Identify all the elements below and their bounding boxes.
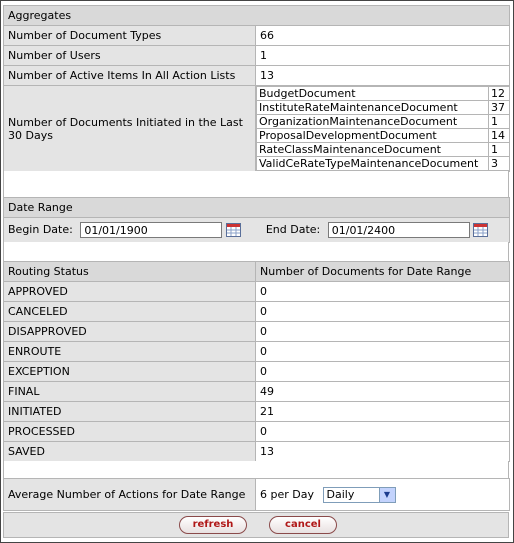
begin-date-input[interactable]: 01/01/1900	[80, 222, 223, 238]
routing-count: 49	[255, 381, 510, 402]
routing-count: 0	[255, 281, 510, 302]
list-item: OrganizationMaintenanceDocument 1	[256, 114, 509, 129]
doc-type-name: BudgetDocument	[256, 86, 489, 101]
routing-status: ENROUTE	[3, 341, 256, 362]
table-row: PROCESSED 0	[3, 421, 510, 442]
table-row: CANCELED 0	[3, 301, 510, 322]
routing-status-header: Routing Status	[3, 261, 256, 282]
routing-status-table: Routing Status Number of Documents for D…	[3, 261, 510, 462]
table-row: FINAL 49	[3, 381, 510, 402]
end-date-label: End Date:	[265, 223, 321, 236]
doc-types-value: 66	[254, 25, 511, 46]
doc-type-count: 14	[488, 128, 509, 143]
list-item: ValidCeRateTypeMaintenanceDocument 3	[256, 156, 509, 171]
doc-type-count: 3	[488, 156, 509, 171]
period-select[interactable]: Daily ▼	[322, 486, 396, 503]
section-spacer	[3, 171, 509, 197]
period-select-value: Daily	[326, 487, 355, 501]
routing-count: 0	[255, 341, 510, 362]
calendar-icon[interactable]	[225, 223, 241, 237]
doc-type-name: ValidCeRateTypeMaintenanceDocument	[256, 156, 489, 171]
date-range-table: Date Range Begin Date: 01/01/1900 End Da…	[3, 197, 510, 243]
average-table: Average Number of Actions for Date Range…	[3, 478, 510, 511]
doc-type-name: RateClassMaintenanceDocument	[256, 142, 489, 157]
table-row: SAVED 13	[3, 441, 510, 462]
doc-type-name: OrganizationMaintenanceDocument	[256, 114, 489, 129]
table-row: EXCEPTION 0	[3, 361, 510, 382]
section-spacer	[3, 461, 509, 478]
doc-type-count: 1	[488, 114, 509, 129]
doc-type-count: 1	[488, 142, 509, 157]
average-value: 6 per Day	[260, 487, 314, 501]
calendar-icon[interactable]	[473, 223, 489, 237]
routing-count: 0	[255, 421, 510, 442]
end-date-input[interactable]: 01/01/2400	[327, 222, 470, 238]
doc-types-label: Number of Document Types	[3, 25, 256, 46]
routing-status: CANCELED	[3, 301, 256, 322]
users-label: Number of Users	[3, 45, 256, 66]
cancel-button[interactable]: cancel	[269, 516, 337, 534]
routing-status: PROCESSED	[3, 421, 256, 442]
table-row: ENROUTE 0	[3, 341, 510, 362]
routing-status: DISAPPROVED	[3, 321, 256, 342]
button-bar	[3, 512, 509, 538]
chevron-down-icon[interactable]: ▼	[378, 487, 395, 502]
refresh-button[interactable]: refresh	[179, 516, 247, 534]
routing-count: 0	[255, 301, 510, 322]
aggregates-header: Aggregates	[2, 5, 511, 26]
routing-status: APPROVED	[3, 281, 256, 302]
list-item: ProposalDevelopmentDocument 14	[256, 128, 509, 143]
initiated-label: Number of Documents Initiated in the Las…	[3, 85, 256, 172]
doc-type-name: InstituteRateMaintenanceDocument	[256, 100, 489, 115]
list-item: RateClassMaintenanceDocument 1	[256, 142, 509, 157]
routing-count-header: Number of Documents for Date Range	[255, 261, 510, 282]
routing-count: 0	[255, 321, 510, 342]
section-spacer	[3, 242, 509, 261]
table-row: DISAPPROVED 0	[3, 321, 510, 342]
doc-type-count: 37	[488, 100, 509, 115]
routing-count: 21	[255, 401, 510, 422]
table-row: INITIATED 21	[3, 401, 510, 422]
routing-count: 0	[255, 361, 510, 382]
routing-status: EXCEPTION	[3, 361, 256, 382]
date-range-header: Date Range	[3, 197, 510, 218]
list-item: InstituteRateMaintenanceDocument 37	[256, 100, 509, 115]
active-items-value: 13	[254, 65, 511, 86]
routing-status: INITIATED	[3, 401, 256, 422]
routing-count: 13	[255, 441, 510, 462]
doc-type-count: 12	[488, 86, 509, 101]
list-item: BudgetDocument 12	[256, 86, 509, 101]
active-items-label: Number of Active Items In All Action Lis…	[3, 65, 256, 86]
routing-status: FINAL	[3, 381, 256, 402]
initiated-docs-table: BudgetDocument 12 InstituteRateMaintenanc…	[256, 86, 509, 171]
begin-date-label: Begin Date:	[8, 223, 73, 236]
doc-type-name: ProposalDevelopmentDocument	[256, 128, 489, 143]
routing-status: SAVED	[3, 441, 256, 462]
users-value: 1	[254, 45, 511, 66]
table-row: APPROVED 0	[3, 281, 510, 302]
average-label: Average Number of Actions for Date Range	[3, 478, 256, 511]
aggregates-table: Aggregates Number of Document Types 66 N…	[2, 5, 511, 172]
